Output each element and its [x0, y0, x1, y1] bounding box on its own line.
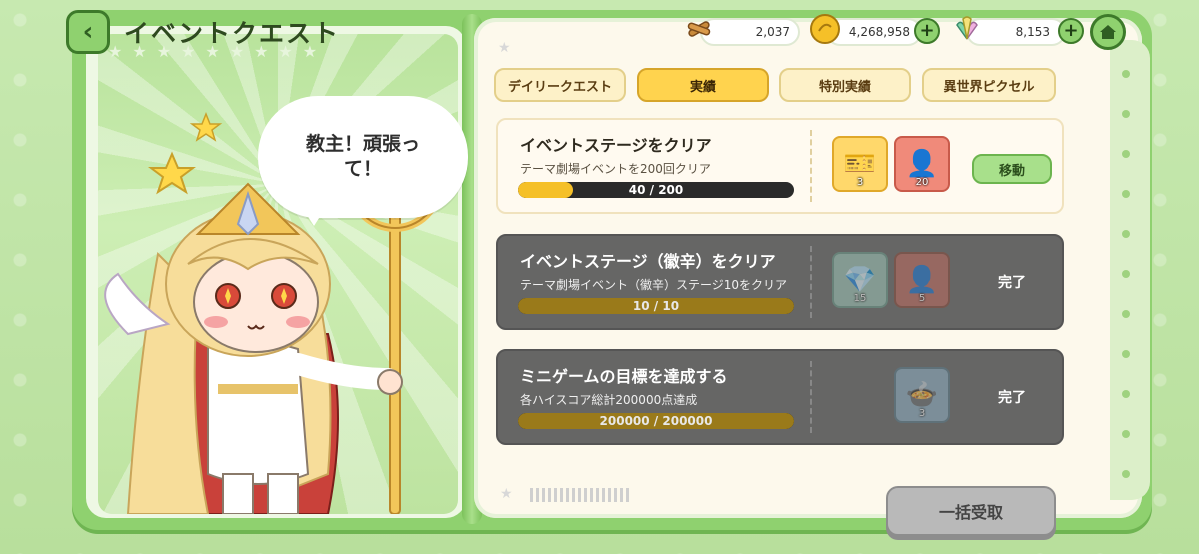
edge-dot [1122, 470, 1130, 478]
edge-dot [1122, 230, 1130, 238]
edge-dot [1122, 150, 1130, 158]
edge-dot [1122, 390, 1130, 398]
tab-special-achievements[interactable]: 特別実績 [779, 68, 911, 102]
reward-count: 20 [915, 177, 929, 188]
completed-label: 完了 [998, 390, 1026, 406]
crystal-icon: 💎 [843, 265, 877, 295]
home-button[interactable] [1090, 14, 1126, 50]
crystal-icon [950, 12, 984, 46]
chevron-left-icon: ‹ [82, 17, 94, 47]
reward-crystal: 💎 15 [832, 252, 888, 308]
edge-dot [1122, 350, 1130, 358]
quest-progress-bar: 10 / 10 [518, 298, 794, 314]
character-shard-icon: 👤 [905, 265, 939, 295]
edge-dot [1122, 310, 1130, 318]
edge-dot [1122, 110, 1130, 118]
tab-label: 実績 [689, 79, 716, 95]
tab-daily-quest[interactable]: デイリークエスト [494, 68, 626, 102]
go-button-label: 移動 [998, 163, 1025, 179]
plus-icon: + [919, 20, 935, 41]
speech-bubble-tail [300, 204, 328, 226]
speech-text: 教主！頑張って！ [305, 133, 420, 180]
tab-label: デイリークエスト [507, 79, 612, 95]
quest-description: テーマ劇場イベント（徽辛）ステージ10をクリア [520, 278, 788, 292]
coin-icon [808, 12, 842, 46]
reward-count: 3 [856, 177, 864, 188]
cauldron-icon: 🍲 [905, 380, 939, 410]
ticket-icon: 🎫 [843, 149, 877, 179]
tab-isekai-pixel[interactable]: 異世界ピクセル [922, 68, 1056, 102]
quest-card: イベントステージをクリア テーマ劇場イベントを200回クリア 40 / 200 … [496, 118, 1064, 214]
page-title: イベントクエスト [124, 19, 341, 48]
reward-count: 3 [918, 408, 926, 419]
edge-dot [1122, 70, 1130, 78]
reward-character-shard: 👤 20 [894, 136, 950, 192]
star-decoration: ★ [498, 40, 511, 56]
barcode-decoration [530, 488, 630, 502]
quest-progress-bar: 40 / 200 [518, 182, 794, 198]
character-shard-icon: 👤 [905, 149, 939, 179]
currency-value: 2,037 [755, 25, 790, 39]
divider [810, 130, 812, 202]
quest-progress-bar: 200000 / 200000 [518, 413, 794, 429]
tab-label: 特別実績 [818, 79, 871, 95]
reward-character-shard: 👤 5 [894, 252, 950, 308]
quest-title: ミニゲームの目標を達成する [520, 367, 728, 386]
tab-achievements[interactable]: 実績 [637, 68, 769, 102]
completed-label: 完了 [998, 275, 1026, 291]
tab-label: 異世界ピクセル [943, 79, 1035, 95]
quest-card: イベントステージ（徽辛）をクリア テーマ劇場イベント（徽辛）ステージ10をクリア… [496, 234, 1064, 330]
quest-description: テーマ劇場イベントを200回クリア [520, 162, 711, 176]
reward-count: 5 [918, 293, 926, 304]
claim-all-label: 一括受取 [938, 503, 1003, 522]
claim-all-button[interactable]: 一括受取 [886, 486, 1056, 536]
divider [810, 361, 812, 433]
star-decoration: ★ [500, 486, 513, 502]
currency-value: 4,268,958 [848, 25, 910, 39]
stick-icon [682, 12, 716, 46]
reward-ticket: 🎫 3 [832, 136, 888, 192]
edge-dot [1122, 430, 1130, 438]
page-edge [1110, 40, 1150, 500]
quest-title: イベントステージ（徽辛）をクリア [520, 252, 776, 271]
edge-dot [1122, 190, 1130, 198]
go-button[interactable]: 移動 [972, 154, 1052, 184]
quest-card: ミニゲームの目標を達成する 各ハイスコア総計200000点達成 200000 /… [496, 349, 1064, 445]
reward-count: 15 [853, 293, 867, 304]
progress-text: 10 / 10 [632, 299, 680, 313]
quest-description: 各ハイスコア総計200000点達成 [520, 393, 698, 407]
add-crystals-button[interactable]: + [1058, 18, 1084, 44]
progress-text: 200000 / 200000 [599, 414, 713, 428]
edge-dot [1122, 270, 1130, 278]
quest-title: イベントステージをクリア [520, 136, 712, 155]
back-button[interactable]: ‹ [66, 10, 110, 54]
speech-bubble: 教主！頑張って！ [258, 96, 468, 218]
plus-icon: + [1063, 20, 1079, 41]
currency-value: 8,153 [1015, 25, 1050, 39]
home-icon [1100, 25, 1116, 39]
progress-text: 40 / 200 [628, 183, 684, 197]
divider [810, 246, 812, 318]
reward-cauldron: 🍲 3 [894, 367, 950, 423]
add-coins-button[interactable]: + [914, 18, 940, 44]
